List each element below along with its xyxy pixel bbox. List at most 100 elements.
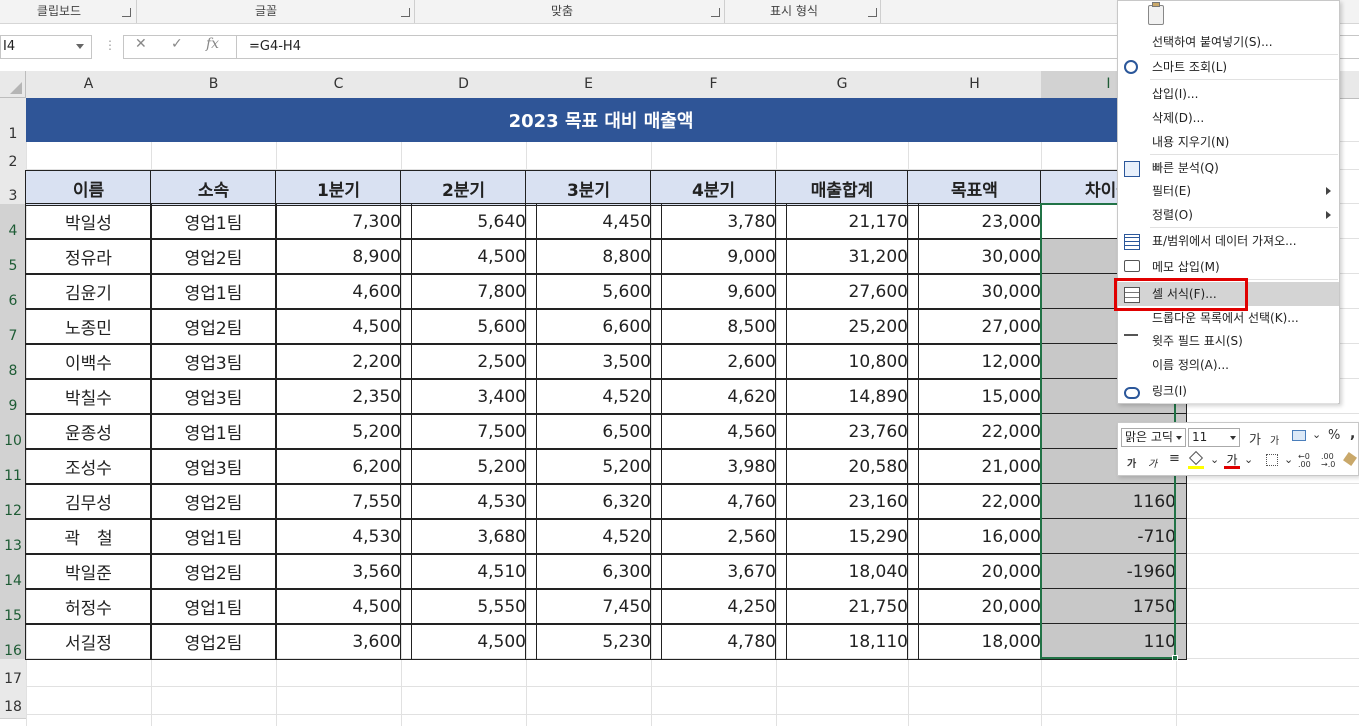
menu-item-9[interactable]: 메모 삽입(M) [1118,255,1339,279]
borders-dropdown-icon[interactable]: ⌄ [1284,453,1293,466]
row-header-15[interactable]: 15 [0,589,27,628]
table-cell[interactable]: 영업1팀 [150,413,277,450]
select-all-corner[interactable] [0,71,26,98]
table-cell[interactable]: 정유라 [25,238,152,275]
increase-decimal-icon[interactable]: ←0.00 [1298,453,1311,469]
table-cell[interactable]: 31,200 [775,238,919,275]
menu-item-14[interactable]: 링크(I) [1118,379,1339,403]
table-cell[interactable]: 노종민 [25,308,152,345]
menu-item-3[interactable]: 삭제(D)... [1118,106,1339,130]
table-cell[interactable]: 영업2팀 [150,623,277,660]
font-name-dropdown-icon[interactable] [1176,436,1182,440]
table-cell[interactable]: 8,500 [650,308,787,345]
table-cell[interactable]: 윤종성 [25,413,152,450]
menu-item-13[interactable]: 이름 정의(A)... [1118,353,1339,377]
table-cell[interactable]: 5,600 [525,273,662,310]
italic-icon[interactable]: 가 [1148,455,1157,470]
row-header-9[interactable]: 9 [0,379,27,418]
align-center-icon[interactable]: ≡ [1169,451,1180,466]
menu-item-12[interactable]: 윗주 필드 표시(S) [1118,329,1339,353]
cancel-icon[interactable]: ✕ [135,36,147,52]
row-header-1[interactable]: 1 [0,98,27,146]
table-cell[interactable]: 5,600 [400,308,537,345]
table-cell[interactable]: 27,600 [775,273,919,310]
shrink-font-icon[interactable]: 가 [1270,432,1279,447]
table-cell[interactable]: 영업2팀 [150,553,277,590]
table-cell[interactable]: 서길정 [25,623,152,660]
menu-item-0[interactable]: 선택하여 붙여넣기(S)... [1118,30,1339,54]
table-header-cell[interactable]: 1분기 [275,170,402,206]
table-cell[interactable]: 15,000 [907,378,1052,415]
table-cell[interactable]: 7,500 [400,413,537,450]
table-cell[interactable]: 30,000 [907,273,1052,310]
table-cell[interactable]: 영업1팀 [150,518,277,555]
table-cell[interactable]: 이백수 [25,343,152,380]
table-cell[interactable]: 21,750 [775,588,919,625]
table-cell[interactable]: 7,800 [400,273,537,310]
comma-style-icon[interactable]: , [1350,426,1355,442]
table-cell[interactable]: 21,000 [907,448,1052,485]
table-cell[interactable]: 27,000 [907,308,1052,345]
table-cell[interactable]: 4,520 [525,518,662,555]
table-cell[interactable]: 25,200 [775,308,919,345]
alignment-launcher-icon[interactable] [711,8,720,17]
row-header-13[interactable]: 13 [0,519,27,558]
table-cell[interactable]: 영업2팀 [150,238,277,275]
table-cell[interactable]: 5,200 [525,448,662,485]
table-cell[interactable]: 4,760 [650,483,787,520]
table-cell[interactable]: 4,620 [650,378,787,415]
table-cell[interactable]: 6,300 [525,553,662,590]
table-cell[interactable]: 김무성 [25,483,152,520]
table-cell[interactable]: 5,230 [525,623,662,660]
table-cell[interactable]: 곽 철 [25,518,152,555]
table-cell[interactable]: 2,200 [275,343,412,380]
table-cell[interactable]: 4,250 [650,588,787,625]
table-cell[interactable]: 7,550 [275,483,412,520]
table-cell[interactable]: 4,500 [275,588,412,625]
table-cell[interactable]: 5,200 [400,448,537,485]
row-header-7[interactable]: 7 [0,309,27,348]
menu-item-8[interactable]: 표/범위에서 데이터 가져오... [1118,229,1339,253]
accounting-dropdown-icon[interactable]: ⌄ [1312,428,1321,441]
table-cell[interactable]: 영업2팀 [150,483,277,520]
column-header-b[interactable]: B [151,71,277,99]
row-header-18[interactable]: 18 [0,687,27,719]
table-cell[interactable]: 21,170 [775,203,919,240]
column-header-e[interactable]: E [526,71,652,99]
table-cell[interactable]: 영업3팀 [150,343,277,380]
table-cell[interactable]: 12,000 [907,343,1052,380]
table-cell[interactable]: 20,580 [775,448,919,485]
table-cell[interactable]: 영업2팀 [150,308,277,345]
table-cell[interactable]: 2,600 [650,343,787,380]
table-header-cell[interactable]: 4분기 [650,170,777,206]
table-cell[interactable]: 4,500 [400,238,537,275]
row-header-3[interactable]: 3 [0,170,27,208]
table-cell[interactable]: 3,780 [650,203,787,240]
name-box-dropdown-icon[interactable] [76,44,84,49]
table-cell[interactable]: 9,600 [650,273,787,310]
table-cell[interactable]: 4,500 [400,623,537,660]
accounting-format-icon[interactable] [1292,430,1306,441]
sheet-title[interactable]: 2023 목표 대비 매출액 [26,98,1176,142]
menu-item-6[interactable]: 필터(E) [1118,179,1339,203]
row-header-16[interactable]: 16 [0,624,27,663]
bold-icon[interactable]: 가 [1127,455,1136,470]
table-cell[interactable]: 15,290 [775,518,919,555]
row-header-6[interactable]: 6 [0,274,27,313]
enter-icon[interactable]: ✓ [171,36,183,52]
font-launcher-icon[interactable] [401,8,410,17]
table-cell[interactable]: 4,510 [400,553,537,590]
table-header-cell[interactable]: 이름 [25,170,152,206]
table-cell[interactable]: 김윤기 [25,273,152,310]
menu-item-2[interactable]: 삽입(I)... [1118,82,1339,106]
table-cell[interactable]: 영업3팀 [150,378,277,415]
table-cell[interactable]: 영업1팀 [150,588,277,625]
table-cell[interactable]: 4,500 [275,308,412,345]
table-cell[interactable]: 박칠수 [25,378,152,415]
table-cell[interactable]: 4,780 [650,623,787,660]
table-cell[interactable]: 4,450 [525,203,662,240]
borders-icon[interactable] [1266,454,1278,466]
table-cell[interactable]: 3,400 [400,378,537,415]
percent-style-icon[interactable]: % [1328,428,1340,443]
table-cell[interactable]: 3,670 [650,553,787,590]
